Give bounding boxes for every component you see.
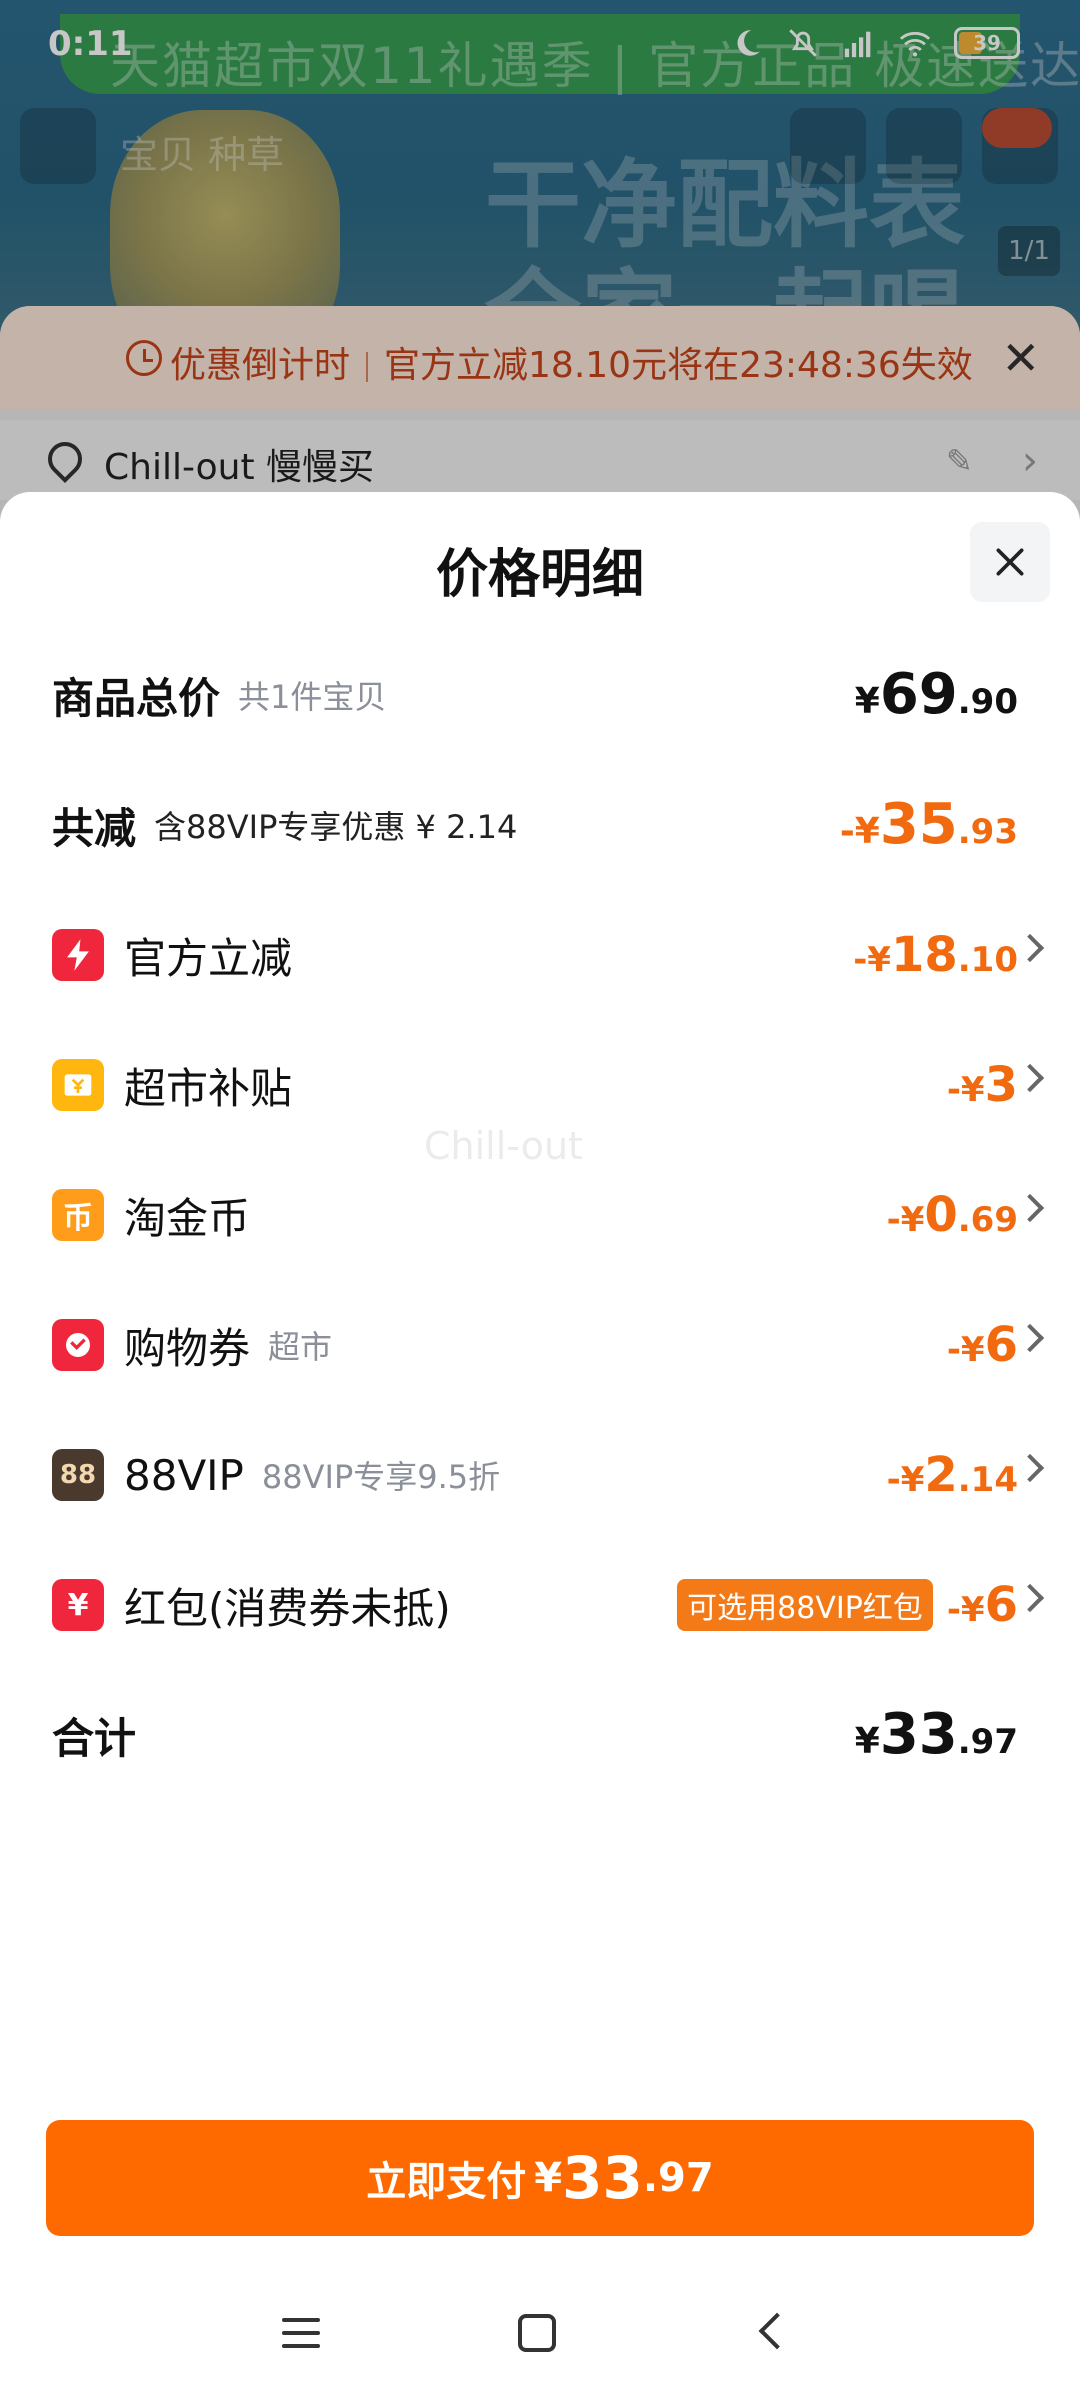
row-sub: 共1件宝贝 — [238, 678, 387, 716]
price-currency: -¥ — [886, 1200, 925, 1240]
price-int: 3 — [984, 1057, 1018, 1113]
watermark: Chill-out — [424, 1124, 583, 1168]
chevron-right-icon — [1015, 1193, 1045, 1223]
row-label: 官方立减 — [124, 933, 293, 983]
price-int: 35 — [879, 792, 958, 857]
price-currency: -¥ — [839, 811, 880, 852]
price-int: 18 — [890, 927, 958, 983]
coin-icon: 币 — [52, 1189, 104, 1241]
vip88-row[interactable]: 88 88VIP 88VIP专享9.5折 -¥ 2.14 — [0, 1420, 1080, 1530]
pay-now-button[interactable]: 立即支付 ¥33.97 — [46, 2120, 1034, 2236]
row-label: 合计 — [52, 1713, 137, 1763]
row-label: 共减 — [52, 803, 137, 853]
sheet-title: 价格明细 — [435, 545, 644, 605]
pay-currency: ¥ — [534, 2155, 563, 2201]
shopping-voucher-icon — [52, 1319, 104, 1371]
chevron-right-icon — [1015, 1453, 1045, 1483]
modal-overlay[interactable] — [0, 0, 1080, 520]
price-dec: .10 — [957, 940, 1018, 980]
row-label: 淘金币 — [124, 1193, 251, 1243]
back-icon[interactable] — [758, 2312, 796, 2350]
system-nav-bar — [0, 2280, 1080, 2400]
price-currency: -¥ — [946, 1330, 985, 1370]
vip-red-packet-badge[interactable]: 可选用88VIP红包 — [677, 1579, 933, 1631]
row-sub: 88VIP专享9.5折 — [261, 1458, 501, 1496]
close-icon — [996, 548, 1024, 576]
total-discount-price: -¥ 35.93 — [840, 797, 1018, 853]
price-currency: ¥ — [854, 1721, 880, 1762]
shopping-voucher-row[interactable]: 购物券 超市 -¥ 6 — [0, 1290, 1080, 1400]
red-packet-price: -¥ 6 — [947, 1577, 1018, 1633]
price-int: 6 — [984, 1317, 1018, 1373]
chevron-right-icon — [1015, 933, 1045, 963]
row-sub: 含88VIP专享优惠 ¥ 2.14 — [154, 808, 518, 846]
price-int: 6 — [984, 1577, 1018, 1633]
pay-int: 33 — [562, 2144, 643, 2212]
price-int: 2 — [924, 1447, 958, 1503]
official-discount-row[interactable]: 官方立减 -¥ 18.10 — [0, 900, 1080, 1010]
row-label: 购物券 — [124, 1323, 251, 1373]
price-currency: -¥ — [946, 1070, 985, 1110]
close-button[interactable] — [970, 522, 1050, 602]
coupon-icon — [52, 1059, 104, 1111]
price-dec: .14 — [957, 1460, 1018, 1500]
total-discount-row: 共减 含88VIP专享优惠 ¥ 2.14 -¥ 35.93 — [0, 770, 1080, 880]
tao-coin-row[interactable]: 币 淘金币 -¥ 0.69 — [0, 1160, 1080, 1270]
subtotal-row: 商品总价 共1件宝贝 ¥69.90 — [0, 640, 1080, 750]
row-label: 红包(消费券未抵) — [124, 1583, 451, 1633]
price-dec: .90 — [957, 682, 1018, 722]
red-packet-icon: ¥ — [52, 1579, 104, 1631]
price-detail-sheet: 价格明细 商品总价 共1件宝贝 ¥69.90 共减 含88VIP专享优惠 ¥ 2… — [0, 492, 1080, 2400]
home-icon[interactable] — [518, 2314, 556, 2352]
tao-coin-price: -¥ 0.69 — [887, 1187, 1018, 1243]
official-discount-price: -¥ 18.10 — [853, 927, 1018, 983]
price-currency: -¥ — [886, 1460, 925, 1500]
lightning-icon — [52, 929, 104, 981]
chevron-right-icon — [1015, 1583, 1045, 1613]
subtotal-price: ¥69.90 — [855, 667, 1018, 723]
red-packet-row[interactable]: ¥ 红包(消费券未抵) 可选用88VIP红包 -¥ 6 — [0, 1550, 1080, 1660]
total-row: 合计 ¥33.97 — [0, 1680, 1080, 1790]
price-int: 0 — [924, 1187, 958, 1243]
price-dec: .69 — [957, 1200, 1018, 1240]
menu-icon[interactable] — [282, 2318, 320, 2348]
voucher-price: -¥ 6 — [947, 1317, 1018, 1373]
vip88-price: -¥ 2.14 — [887, 1447, 1018, 1503]
price-dec: .97 — [957, 1722, 1018, 1762]
pay-dec: .97 — [642, 2155, 714, 2201]
row-label: 商品总价 — [52, 673, 221, 723]
price-dec: .93 — [957, 812, 1018, 852]
row-label: 88VIP — [124, 1450, 244, 1500]
price-currency: -¥ — [853, 940, 891, 980]
vip88-icon: 88 — [52, 1449, 104, 1501]
subsidy-price: -¥ 3 — [947, 1057, 1018, 1113]
price-currency: ¥ — [854, 681, 880, 722]
row-label: 超市补贴 — [124, 1063, 293, 1113]
chevron-right-icon — [1015, 1323, 1045, 1353]
row-sub: 超市 — [268, 1328, 333, 1366]
total-price: ¥33.97 — [855, 1707, 1018, 1763]
price-int: 69 — [879, 662, 958, 727]
pay-label: 立即支付 — [366, 2159, 527, 2205]
price-int: 33 — [879, 1702, 958, 1767]
price-currency: -¥ — [946, 1590, 985, 1630]
chevron-right-icon — [1015, 1063, 1045, 1093]
